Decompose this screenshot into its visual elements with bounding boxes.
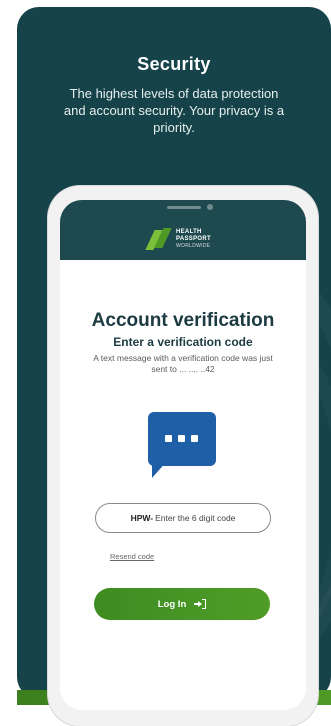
page-subtitle: Enter a verification code xyxy=(113,335,253,349)
login-button-label: Log In xyxy=(157,598,187,610)
app-header: HEALTH PASSPORT WORLDWIDE xyxy=(60,200,306,260)
phone-mockup: HEALTH PASSPORT WORLDWIDE Account verifi… xyxy=(48,186,318,726)
resend-code-link[interactable]: Resend code xyxy=(110,552,154,561)
phone-screen: HEALTH PASSPORT WORLDWIDE Account verifi… xyxy=(60,200,306,710)
logo-text: HEALTH PASSPORT WORLDWIDE xyxy=(176,228,211,249)
promo-subhead: The highest levels of data protection an… xyxy=(63,86,285,135)
phone-speaker xyxy=(167,206,201,209)
chat-bubble-icon xyxy=(148,412,216,478)
code-placeholder: Enter the 6 digit code xyxy=(155,513,236,523)
logo-mark-icon xyxy=(145,228,172,250)
verification-message: A text message with a verification code … xyxy=(93,353,273,374)
login-icon xyxy=(194,599,207,609)
verification-code-input[interactable]: HPW- Enter the 6 digit code xyxy=(95,503,271,533)
promo-headline: Security xyxy=(137,54,211,74)
login-button[interactable]: Log In xyxy=(94,588,270,620)
page-title: Account verification xyxy=(91,310,275,331)
phone-camera xyxy=(207,204,213,210)
code-prefix: HPW- xyxy=(130,513,154,523)
health-passport-logo: HEALTH PASSPORT WORLDWIDE xyxy=(145,228,211,250)
